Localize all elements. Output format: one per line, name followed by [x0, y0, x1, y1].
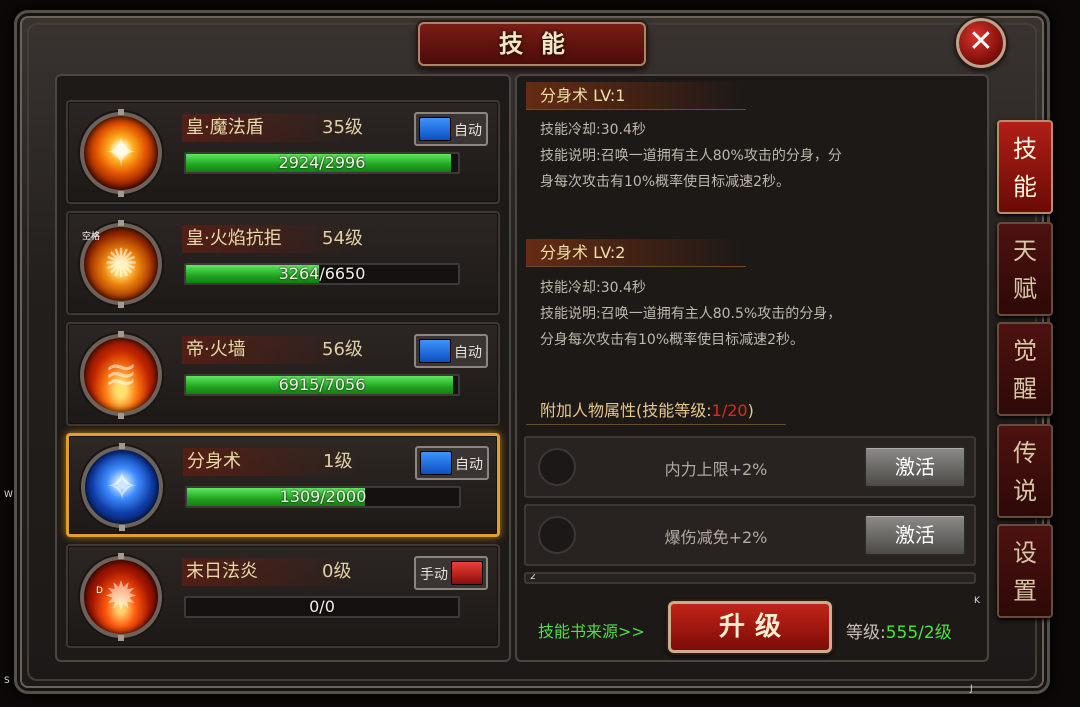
tab-settings[interactable]: 设 置 [997, 524, 1053, 618]
tab-talent[interactable]: 天 赋 [997, 222, 1053, 316]
row-index: 2 [530, 572, 536, 582]
skill-level: 0级 [322, 561, 352, 582]
overlay-letter-j: J [970, 684, 973, 694]
toggle-knob [419, 117, 451, 141]
skill-name: 皇·魔法盾 [186, 117, 264, 138]
lv1-description: 技能冷却:30.4秒 技能说明:召唤一道拥有主人80%攻击的分身，分 身每次攻击… [540, 117, 910, 195]
exp-bar: 3264/6650 [184, 263, 460, 285]
upgrade-button[interactable]: 升级 [668, 601, 832, 653]
attribute-row: 爆伤减免+2% 激活 [524, 504, 976, 566]
activate-button[interactable]: 激活 [864, 446, 966, 488]
attribute-level: 1/20 [711, 401, 748, 420]
description-line: 身每次攻击有10%概率使目标减速2秒。 [540, 174, 791, 190]
cooldown-text: 技能冷却:30.4秒 [540, 122, 646, 138]
skill-level: 54级 [322, 228, 363, 249]
skill-row-fire-resist[interactable]: ✺ 空格 皇·火焰抗拒 54级 3264/6650 [66, 211, 500, 315]
skill-name: 帝·火墙 [186, 339, 246, 360]
window-title: 技能 [499, 29, 583, 58]
lv2-heading: 分身术 LV:2 [526, 239, 746, 267]
cooldown-text: 技能冷却:30.4秒 [540, 280, 646, 296]
skill-row-magic-shield[interactable]: ✦ 皇·魔法盾 35级 自动 2924/2996 [66, 100, 500, 204]
attribute-row-partial[interactable]: 2 [524, 572, 976, 584]
attribute-row: 内力上限+2% 激活 [524, 436, 976, 498]
toggle-label: 自动 [454, 345, 482, 361]
skill-level: 1级 [323, 451, 353, 472]
skill-book-source-link[interactable]: 技能书来源>> [538, 618, 645, 642]
attribute-heading: 附加人物属性(技能等级:1/20) [540, 401, 754, 420]
activate-button[interactable]: 激活 [864, 514, 966, 556]
skill-level: 56级 [322, 339, 363, 360]
exp-text: 2924/2996 [278, 153, 366, 172]
window-title-plate: 技能 [418, 22, 646, 66]
exp-bar: 1309/2000 [185, 486, 461, 508]
toggle-label: 手动 [420, 567, 448, 583]
attribute-slot-icon [538, 516, 576, 554]
tab-awaken[interactable]: 觉 醒 [997, 322, 1053, 416]
skill-name: 皇·火焰抗拒 [186, 228, 282, 249]
doom-flame-icon: ✹ D [80, 553, 162, 641]
toggle-label: 自动 [454, 123, 482, 139]
skill-row-clone-selected[interactable]: ✧ 分身术 1级 自动 1309/2000 [66, 433, 500, 537]
grade-readout: 等级:555/2级 [846, 623, 952, 643]
attribute-text: 内力上限+2% [664, 460, 768, 479]
skill-level: 35级 [322, 117, 363, 138]
tab-legend[interactable]: 传 说 [997, 424, 1053, 518]
toggle-knob [419, 339, 451, 363]
exp-text: 1309/2000 [279, 487, 367, 506]
toggle-knob [420, 451, 452, 475]
attribute-text: 爆伤减免+2% [664, 528, 768, 547]
auto-toggle[interactable]: 自动 [415, 446, 489, 480]
divider [526, 424, 786, 425]
skill-name: 分身术 [187, 451, 241, 472]
overlay-letter-k: K [974, 596, 980, 606]
exp-text: 3264/6650 [278, 264, 366, 283]
exp-text: 6915/7056 [278, 375, 366, 394]
description-line: 技能说明:召唤一道拥有主人80%攻击的分身，分 [540, 148, 842, 164]
overlay-letter-w: W [4, 490, 13, 500]
exp-bar: 6915/7056 [184, 374, 460, 396]
close-button[interactable]: ✕ [956, 18, 1006, 68]
overlay-letter-s: S [4, 676, 10, 686]
hotkey-tag: D [96, 586, 103, 596]
exp-bar: 2924/2996 [184, 152, 460, 174]
fire-wall-icon: ≋ [80, 331, 162, 419]
auto-toggle[interactable]: 自动 [414, 112, 488, 146]
clone-icon: ✧ [81, 443, 163, 531]
grade-value: 555/2级 [885, 623, 952, 643]
description-line: 技能说明:召唤一道拥有主人80.5%攻击的分身， [540, 306, 842, 322]
flame-ring-icon: ✺ 空格 [80, 220, 162, 308]
lv1-heading: 分身术 LV:1 [526, 82, 746, 110]
toggle-knob [451, 561, 483, 585]
hotkey-tag: 空格 [82, 232, 101, 242]
manual-toggle[interactable]: 手动 [414, 556, 488, 590]
fire-shield-icon: ✦ [80, 109, 162, 197]
skill-row-doom-flame[interactable]: ✹ D 末日法炎 0级 手动 0/0 [66, 544, 500, 648]
description-line: 分身每次攻击有10%概率使目标减速2秒。 [540, 332, 805, 348]
skill-row-fire-wall[interactable]: ≋ 帝·火墙 56级 自动 6915/7056 [66, 322, 500, 426]
auto-toggle[interactable]: 自动 [414, 334, 488, 368]
exp-bar: 0/0 [184, 596, 460, 618]
exp-text: 0/0 [309, 597, 335, 616]
tab-skills[interactable]: 技 能 [997, 120, 1053, 214]
toggle-label: 自动 [455, 457, 483, 473]
lv2-description: 技能冷却:30.4秒 技能说明:召唤一道拥有主人80.5%攻击的分身， 分身每次… [540, 275, 910, 353]
skill-name: 末日法炎 [186, 561, 258, 582]
attribute-slot-icon [538, 448, 576, 486]
